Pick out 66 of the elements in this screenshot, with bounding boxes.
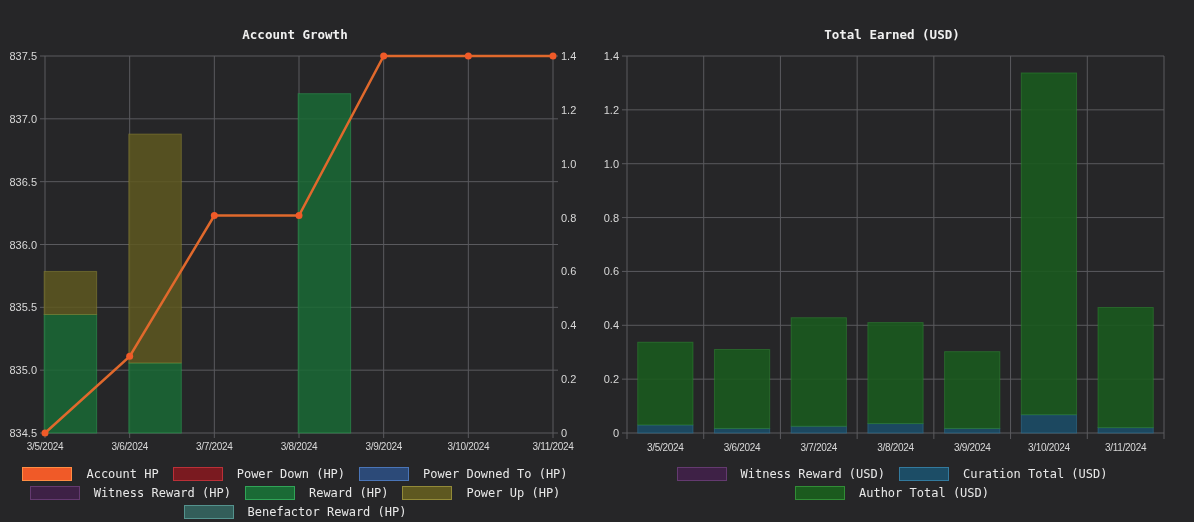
legend-swatch[interactable] xyxy=(794,486,845,500)
axis-label: 0.6 xyxy=(603,265,619,278)
data-point xyxy=(380,52,388,60)
axis-label: 1.2 xyxy=(603,103,619,116)
axis-label: 837.0 xyxy=(9,112,37,125)
axis-label: 3/9/2024 xyxy=(953,442,991,453)
axis-label: 836.0 xyxy=(9,238,37,251)
chart-title: Total Earned (USD) xyxy=(824,27,960,44)
axis-label: 0.2 xyxy=(603,373,619,386)
legend-swatch[interactable] xyxy=(899,467,949,481)
axis-label: 3/7/2024 xyxy=(196,441,233,452)
axis-label: 834.5 xyxy=(9,427,37,439)
axis-label: 3/5/2024 xyxy=(647,442,684,453)
axis-label: 3/10/2024 xyxy=(1028,442,1070,453)
legend-swatch[interactable] xyxy=(402,486,453,500)
axis-label: 3/11/2024 xyxy=(532,441,574,452)
axis-label: 3/9/2024 xyxy=(365,441,402,452)
axis-label: 837.5 xyxy=(9,50,37,62)
data-point xyxy=(549,52,557,60)
axis-label: 3/6/2024 xyxy=(111,441,148,452)
legend-swatch[interactable] xyxy=(359,467,410,481)
data-point xyxy=(41,429,49,437)
data-point xyxy=(210,212,218,220)
legend-label: Benefactor Reward (HP) xyxy=(247,505,407,519)
axis-label: 0.8 xyxy=(561,211,577,224)
axis-label: 0.4 xyxy=(603,319,619,332)
axis-label: 0 xyxy=(612,427,619,439)
axis-label: 0.4 xyxy=(561,319,577,332)
axis-label: 3/11/2024 xyxy=(1105,442,1147,453)
axis-label: 3/8/2024 xyxy=(280,441,318,452)
axis-label: 835.0 xyxy=(9,364,37,377)
axis-label: 0 xyxy=(561,427,568,439)
axis-label: 835.5 xyxy=(9,301,37,314)
legend-label: Power Up (HP) xyxy=(466,486,561,500)
legend-label: Witness Reward (USD) xyxy=(740,467,885,481)
axis-label: 1.4 xyxy=(561,50,577,62)
axis-label: 3/8/2024 xyxy=(877,442,914,453)
axis-label: 1.0 xyxy=(603,157,619,170)
legend-label: Power Down (HP) xyxy=(236,467,346,481)
legend-swatch[interactable] xyxy=(29,486,80,500)
legend-swatch[interactable] xyxy=(22,467,73,481)
legend-swatch[interactable] xyxy=(183,505,234,519)
legend-swatch[interactable] xyxy=(676,467,727,481)
axis-label: 1.0 xyxy=(561,157,577,170)
legend-label: Curation Total (USD) xyxy=(963,467,1108,481)
legend-label: Power Downed To (HP) xyxy=(423,467,568,481)
legend-label: Account HP xyxy=(86,467,159,481)
chart-title: Account Growth xyxy=(242,27,348,44)
axis-label: 1.4 xyxy=(603,50,619,62)
axis-label: 0.2 xyxy=(561,373,577,386)
axis-label: 0.8 xyxy=(603,211,619,224)
axis-label: 3/7/2024 xyxy=(800,442,838,453)
axis-label: 1.2 xyxy=(561,103,577,116)
data-point xyxy=(126,352,134,360)
axis-label: 3/10/2024 xyxy=(447,441,490,452)
axis-label: 3/5/2024 xyxy=(26,441,64,452)
axis-label: 3/6/2024 xyxy=(723,442,761,453)
legend-label: Witness Reward (HP) xyxy=(93,486,231,500)
data-point xyxy=(295,212,303,220)
data-point xyxy=(464,52,472,60)
legend-label: Author Total (USD) xyxy=(858,486,989,500)
legend-label: Reward (HP) xyxy=(308,486,389,500)
legend-swatch[interactable] xyxy=(244,486,295,500)
axis-label: 836.5 xyxy=(9,175,37,188)
legend-swatch[interactable] xyxy=(172,467,223,481)
axis-label: 0.6 xyxy=(561,265,577,278)
